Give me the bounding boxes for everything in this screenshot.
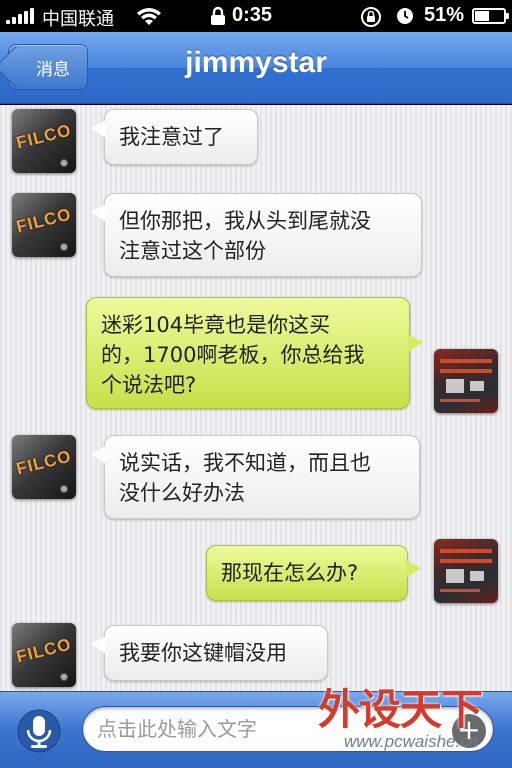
battery-level-fill xyxy=(475,11,489,21)
battery-icon xyxy=(472,8,509,24)
message-bubble[interactable]: 我要你这键帽没用 xyxy=(91,625,328,681)
message-text-line: 注意过这个部份 xyxy=(119,239,266,263)
message-text: 我注意过了 xyxy=(119,125,224,149)
filco-logo: FILCO xyxy=(14,204,74,237)
signal-strength-icon xyxy=(6,8,34,24)
alarm-icon xyxy=(397,8,413,24)
user-avatar[interactable] xyxy=(434,539,498,603)
status-bar: 中国联通 0:35 51% xyxy=(0,0,512,32)
conversation-title: jimmystar xyxy=(185,46,327,79)
chat-thread[interactable]: FILCO 我注意过了 FILCO 但你那把，我从头到尾就没 注意过这个部份 迷… xyxy=(0,105,512,691)
message-incoming: FILCO 我要你这键帽没用 xyxy=(0,619,512,691)
clock-time: 0:35 xyxy=(232,4,273,26)
message-incoming: FILCO 我注意过了 xyxy=(0,105,512,175)
message-incoming: FILCO 但你那把，我从头到尾就没 注意过这个部份 xyxy=(0,191,512,281)
add-attachment-button[interactable]: + xyxy=(452,714,486,748)
message-bubble[interactable]: 我注意过了 xyxy=(91,109,258,165)
wifi-icon xyxy=(137,8,161,25)
contact-avatar[interactable]: FILCO xyxy=(12,435,76,499)
message-outgoing: 迷彩104毕竟也是你这买 的，1700啊老板，你总给我 个说法吧? xyxy=(0,295,512,415)
contact-avatar[interactable]: FILCO xyxy=(12,193,76,257)
message-input[interactable] xyxy=(82,706,494,752)
battery-percentage: 51% xyxy=(424,4,465,26)
rotation-lock-icon xyxy=(361,7,381,27)
message-text-line: 的，1700啊老板，你总给我 xyxy=(101,343,365,367)
microphone-icon[interactable] xyxy=(16,708,62,754)
message-text-line: 但你那把，我从头到尾就没 xyxy=(119,209,371,233)
message-outgoing: 那现在怎么办? xyxy=(0,537,512,609)
message-bubble[interactable]: 迷彩104毕竟也是你这买 的，1700啊老板，你总给我 个说法吧? xyxy=(86,297,423,409)
message-incoming: FILCO 说实话，我不知道，而且也 没什么好办法 xyxy=(0,433,512,523)
contact-avatar[interactable]: FILCO xyxy=(12,109,76,173)
filco-logo: FILCO xyxy=(14,120,74,153)
back-button-label: 消息 xyxy=(36,59,70,80)
navigation-bar: 消息 jimmystar xyxy=(0,32,512,104)
message-bubble[interactable]: 那现在怎么办? xyxy=(206,545,421,601)
message-bubble[interactable]: 但你那把，我从头到尾就没 注意过这个部份 xyxy=(91,193,422,277)
contact-avatar[interactable]: FILCO xyxy=(12,623,76,687)
filco-logo: FILCO xyxy=(14,446,74,479)
message-text-line: 没什么好办法 xyxy=(119,481,245,505)
message-bubble[interactable]: 说实话，我不知道，而且也 没什么好办法 xyxy=(91,435,420,519)
carrier-name: 中国联通 xyxy=(42,9,114,29)
input-bar: + xyxy=(0,691,512,768)
message-text: 那现在怎么办? xyxy=(221,561,359,585)
user-avatar[interactable] xyxy=(434,349,498,413)
filco-logo: FILCO xyxy=(14,634,74,667)
lock-icon xyxy=(211,6,225,25)
message-text-line: 个说法吧? xyxy=(101,373,197,397)
message-text-line: 说实话，我不知道，而且也 xyxy=(119,451,371,475)
message-text-line: 迷彩104毕竟也是你这买 xyxy=(101,313,331,337)
message-text: 我要你这键帽没用 xyxy=(119,641,287,665)
